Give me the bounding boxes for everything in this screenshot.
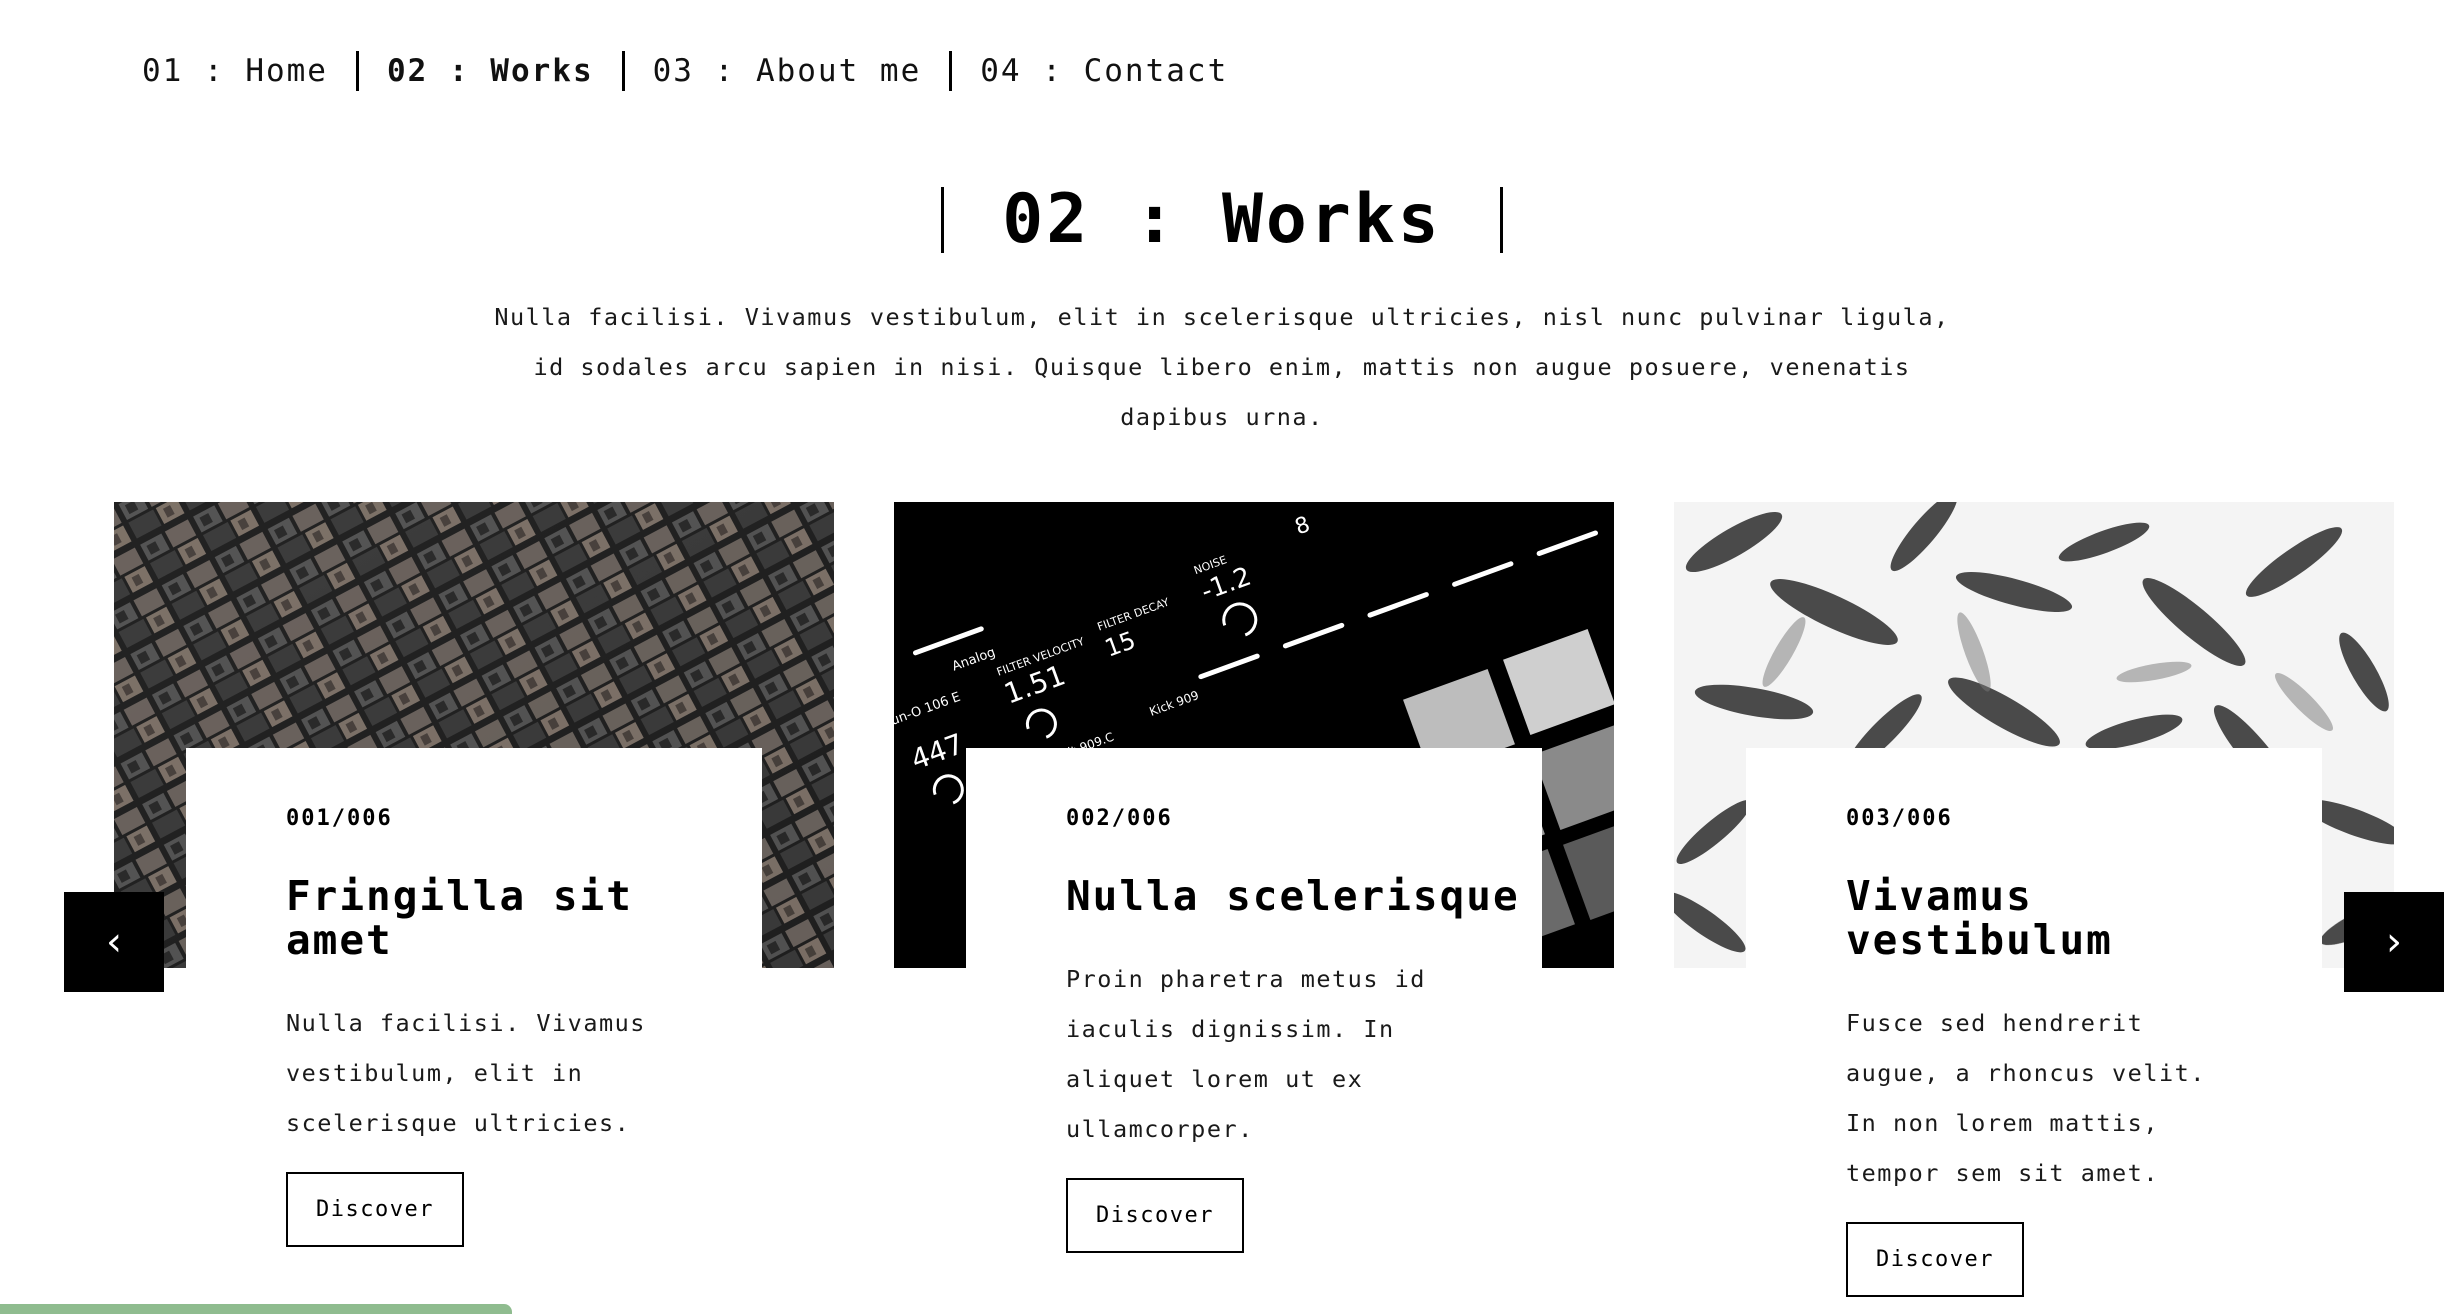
section-intro: Nulla facilisi. Vivamus vestibulum, elit… (494, 303, 1950, 431)
nav-item-home[interactable]: 01 : Home (126, 42, 356, 100)
nav-item-works[interactable]: 02 : Works (359, 42, 622, 100)
card-text: Nulla facilisi. Vivamus vestibulum, elit… (286, 1009, 646, 1137)
card-title: Vivamus vestibulum (1846, 872, 2113, 964)
nav-item-contact[interactable]: 04 : Contact (952, 42, 1256, 100)
card-index: 001/006 (286, 806, 393, 831)
nav-item-about[interactable]: 03 : About me (625, 42, 950, 100)
main-nav: 01 : Home 02 : Works 03 : About me 04 : … (126, 42, 1256, 100)
chevron-left-icon: ‹ (106, 919, 122, 965)
card-title: Fringilla sit amet (286, 872, 633, 964)
slider-prev-button[interactable]: ‹ (64, 892, 164, 992)
card-title: Nulla scelerisque (1066, 872, 1520, 920)
card-index: 002/006 (1066, 806, 1173, 831)
card-text: Proin pharetra metus id iaculis dignissi… (1066, 965, 1426, 1143)
bottom-accent-bar (0, 1304, 512, 1314)
discover-button[interactable]: Discover (1846, 1222, 2024, 1297)
card-panel: 003/006 Vivamus vestibulum Fusce sed hen… (1746, 748, 2322, 1314)
section-heading: 02 : Works (0, 178, 2444, 262)
work-card-1: 001/006 Fringilla sit amet Nulla facilis… (114, 502, 834, 1314)
discover-button[interactable]: Discover (1066, 1178, 1244, 1253)
work-card-3: 003/006 Vivamus vestibulum Fusce sed hen… (1674, 502, 2394, 1314)
page-title: 02 : Works (1002, 180, 1442, 259)
card-text: Fusce sed hendrerit augue, a rhoncus vel… (1846, 1009, 2206, 1187)
card-panel: 002/006 Nulla scelerisque Proin pharetra… (966, 748, 1542, 1314)
discover-button[interactable]: Discover (286, 1172, 464, 1247)
card-index: 003/006 (1846, 806, 1953, 831)
card-panel: 001/006 Fringilla sit amet Nulla facilis… (186, 748, 762, 1314)
work-card-2: 447 1.51 15 -1.2 8 Analog FILTER VELOCIT… (894, 502, 1614, 1314)
slider-next-button[interactable]: › (2344, 892, 2444, 992)
heading-bar-right (1499, 187, 1503, 253)
chevron-right-icon: › (2386, 919, 2402, 965)
